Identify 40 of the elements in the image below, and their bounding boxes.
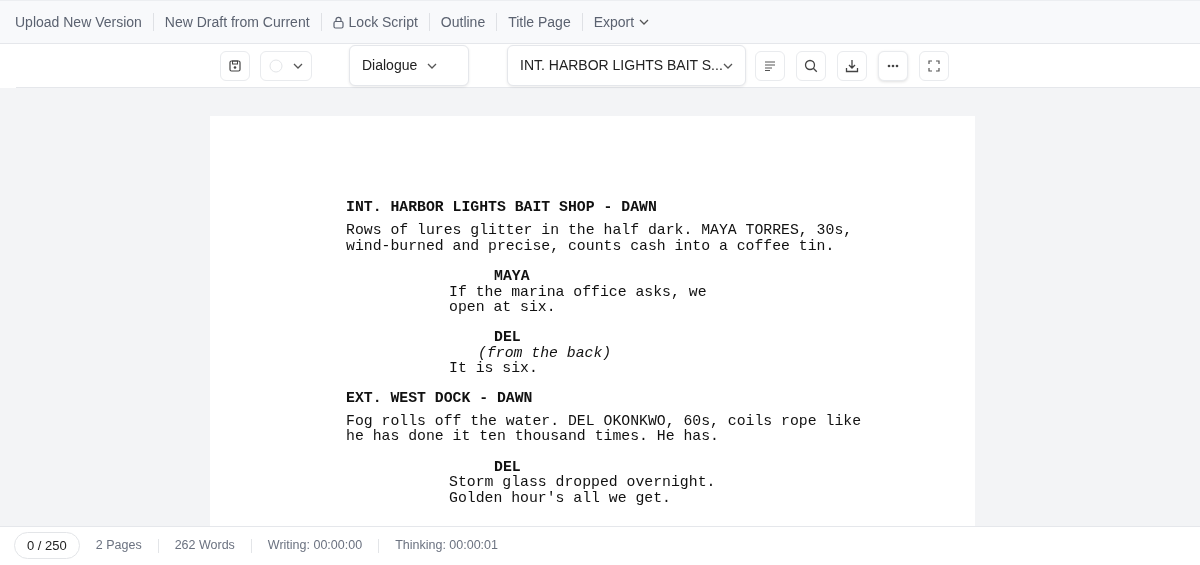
menu-item[interactable]: New Draft from Current bbox=[153, 11, 321, 33]
search-button[interactable] bbox=[796, 50, 826, 81]
download-icon bbox=[845, 58, 859, 73]
search-icon bbox=[804, 58, 818, 73]
action-text: Fog rolls off the water. DEL OKONKWO, 60s, coils rope like he has done it ten thousand times. He has. bbox=[346, 414, 862, 445]
status-text: 2 Pages bbox=[95, 537, 142, 555]
dialogue-text: If the marina office asks, we open at six. bbox=[449, 284, 708, 316]
scene-dropdown[interactable]: INT. HARBOR LIGHTS BAIT S... bbox=[507, 45, 746, 86]
lock-icon bbox=[332, 15, 344, 29]
character-name: MAYA bbox=[494, 269, 531, 285]
caret-icon bbox=[293, 62, 303, 69]
scene-heading: INT. HARBOR LIGHTS BAIT SHOP - DAWN bbox=[346, 200, 658, 216]
status-text: Thinking: 00:00:01 bbox=[395, 537, 498, 555]
status-text: Writing: 00:00:00 bbox=[267, 537, 363, 555]
caret-icon bbox=[427, 62, 438, 69]
menu-item[interactable]: Export bbox=[582, 11, 661, 33]
caret-icon bbox=[639, 19, 650, 25]
align-button[interactable] bbox=[755, 50, 785, 81]
save-icon bbox=[229, 59, 241, 72]
scene-heading: EXT. WEST DOCK - DAWN bbox=[346, 390, 534, 407]
dialogue-text: It is six. bbox=[449, 361, 539, 377]
parenthetical-text: (from the back) bbox=[478, 345, 613, 361]
status-text: 262 Words bbox=[174, 537, 235, 555]
color-dropdown[interactable] bbox=[260, 50, 312, 81]
menu-item[interactable]: Outline bbox=[429, 11, 497, 33]
action-text: Rows of lures glitter in the half dark. MAYA TORRES, 30s, wind-burned and precise, counts cash into a coffee tin. bbox=[346, 223, 854, 255]
element-type-dropdown[interactable]: Dialogue bbox=[349, 45, 469, 86]
save-button[interactable] bbox=[220, 50, 250, 81]
fullscreen-icon bbox=[928, 59, 940, 72]
more-icon bbox=[887, 63, 899, 68]
dialogue-text: Storm glass dropped overnight. Golden hour's all we get. bbox=[449, 475, 717, 507]
menu-item[interactable]: Upload New Version bbox=[4, 11, 153, 33]
download-button[interactable] bbox=[837, 50, 867, 81]
align-icon bbox=[764, 60, 776, 71]
character-name: DEL bbox=[494, 330, 522, 346]
menu-item[interactable]: Lock Script bbox=[321, 11, 429, 33]
character-name: DEL bbox=[494, 459, 522, 475]
caret-icon bbox=[723, 62, 733, 69]
menu-item[interactable]: Title Page bbox=[497, 11, 582, 33]
fullscreen-button[interactable] bbox=[919, 50, 949, 81]
